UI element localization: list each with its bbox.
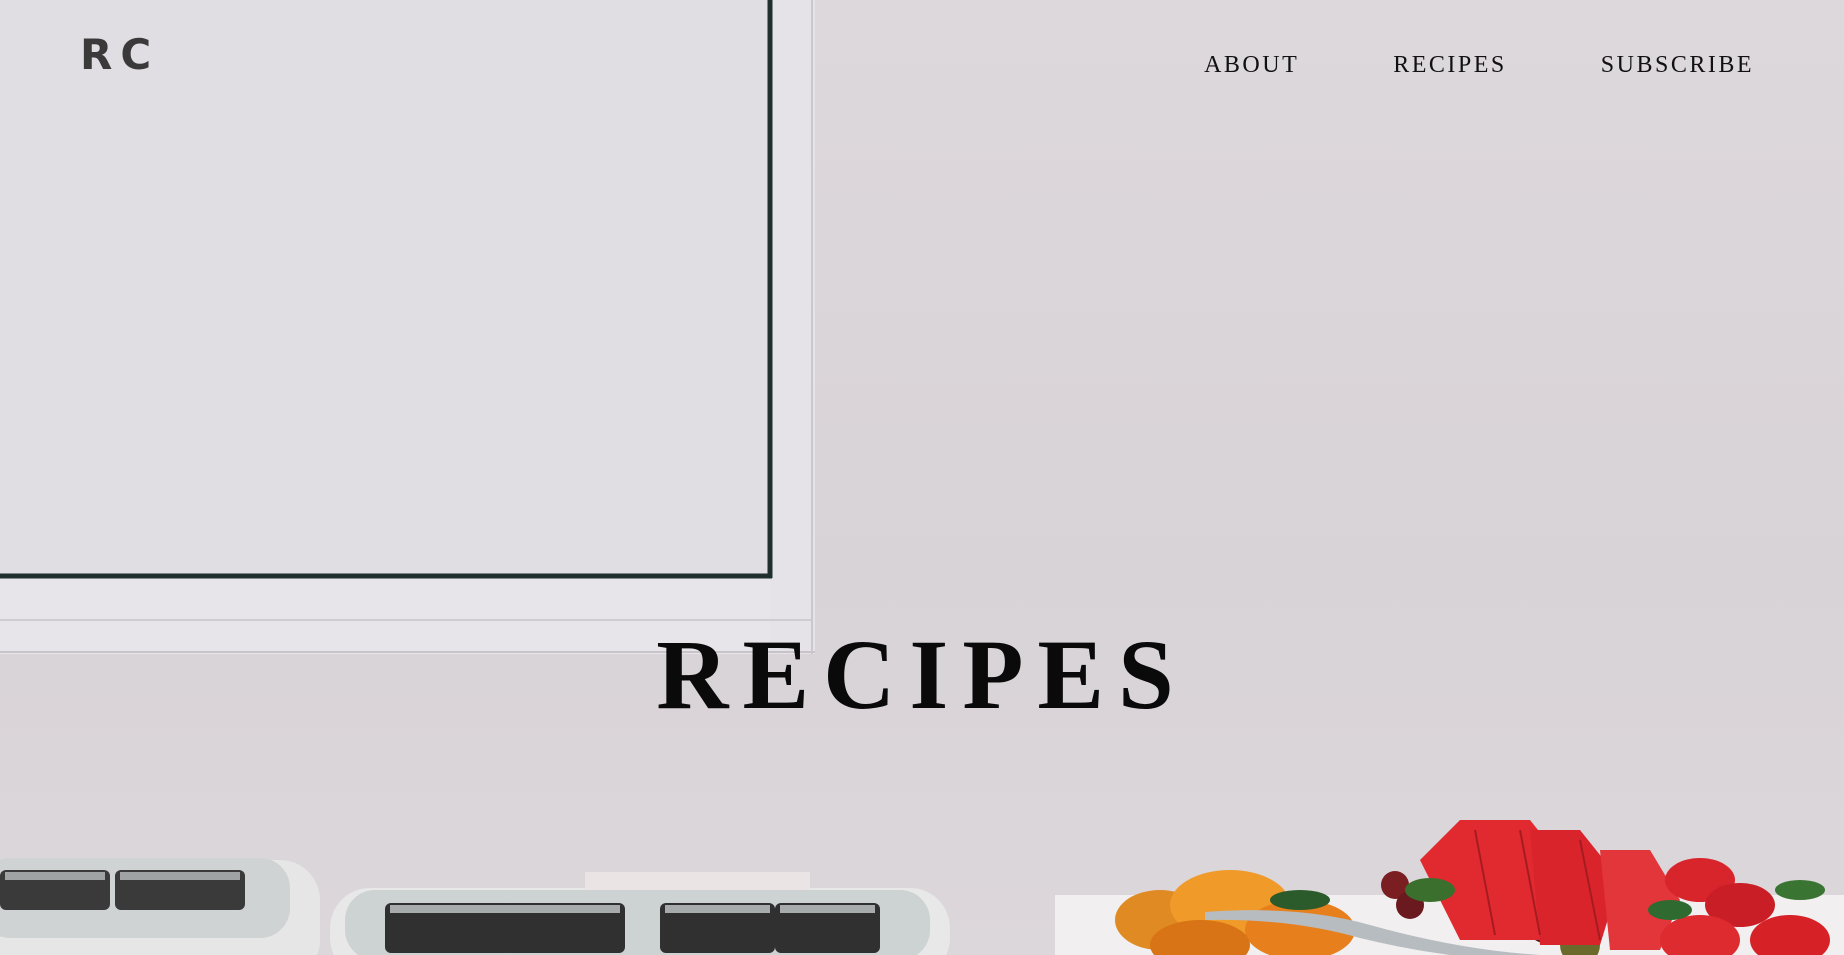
fruit-platter xyxy=(1055,820,1844,955)
nav-link-about[interactable]: ABOUT xyxy=(1204,52,1299,79)
window-frame xyxy=(0,0,815,654)
page-title: RECIPES xyxy=(656,619,1188,730)
toaster-left xyxy=(0,858,320,955)
main-nav: ABOUT RECIPES SUBSCRIBE xyxy=(1204,52,1754,79)
nav-link-subscribe[interactable]: SUBSCRIBE xyxy=(1601,52,1754,79)
toaster-middle xyxy=(330,872,950,955)
hero-background-image xyxy=(0,0,1844,955)
logo[interactable]: RC xyxy=(80,30,159,79)
nav-link-recipes[interactable]: RECIPES xyxy=(1393,52,1507,79)
